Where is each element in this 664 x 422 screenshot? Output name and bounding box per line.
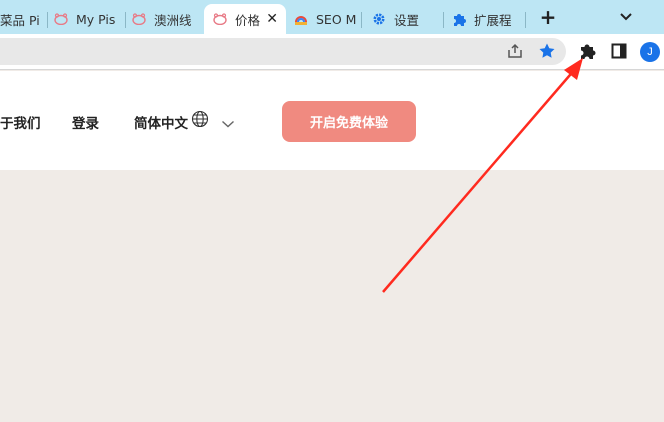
extensions-puzzle-icon[interactable] [578, 42, 596, 60]
nav-about-link[interactable]: 于我们 [0, 112, 41, 132]
tab-australia[interactable]: 澳洲线 [128, 4, 202, 34]
tab-label: 菜品 Pi [0, 12, 40, 28]
browser-toolbar: J [0, 34, 664, 70]
page-content-area [0, 170, 664, 422]
side-panel-icon[interactable] [610, 42, 628, 60]
bookmark-star-icon[interactable] [538, 42, 556, 60]
tab-label: My Pis [76, 11, 116, 27]
share-icon[interactable] [506, 42, 524, 60]
nav-language-selector[interactable]: 简体中文 [134, 112, 188, 132]
globe-icon[interactable] [191, 110, 209, 128]
gear-icon [372, 12, 386, 26]
tab-my-pis[interactable]: My Pis [50, 4, 126, 34]
pig-favicon-icon [132, 12, 146, 26]
tab-seo[interactable]: SEO M [288, 4, 362, 34]
tab-label: 价格 [235, 12, 261, 28]
new-tab-button[interactable]: + [538, 6, 558, 28]
tab-pricing[interactable]: 价格 ✕ [204, 4, 286, 34]
tab-settings[interactable]: 设置 [364, 4, 444, 34]
close-tab-icon[interactable]: ✕ [266, 11, 278, 27]
tab-label: 澳洲线 [154, 12, 192, 28]
pig-favicon-icon [213, 12, 227, 26]
chevron-down-icon[interactable] [221, 114, 235, 128]
tab-label: SEO M [316, 11, 357, 27]
start-free-trial-button[interactable]: 开启免费体验 [282, 101, 416, 142]
puzzle-icon [452, 12, 466, 26]
tab-label: 设置 [394, 12, 420, 28]
tab-dishes[interactable]: 菜品 Pi [0, 4, 48, 34]
nav-login-link[interactable]: 登录 [72, 112, 99, 132]
tab-label: 扩展程 [474, 12, 512, 28]
tab-strip: 菜品 Pi My Pis 澳洲线 价格 ✕ SEO M 设置 扩展程 + [0, 0, 664, 34]
profile-avatar[interactable]: J [640, 42, 660, 62]
seo-favicon-icon [294, 12, 308, 26]
pig-favicon-icon [54, 12, 68, 26]
address-bar[interactable] [0, 38, 566, 65]
tab-search-chevron-icon[interactable] [618, 8, 634, 24]
tab-extensions[interactable]: 扩展程 [446, 4, 526, 34]
